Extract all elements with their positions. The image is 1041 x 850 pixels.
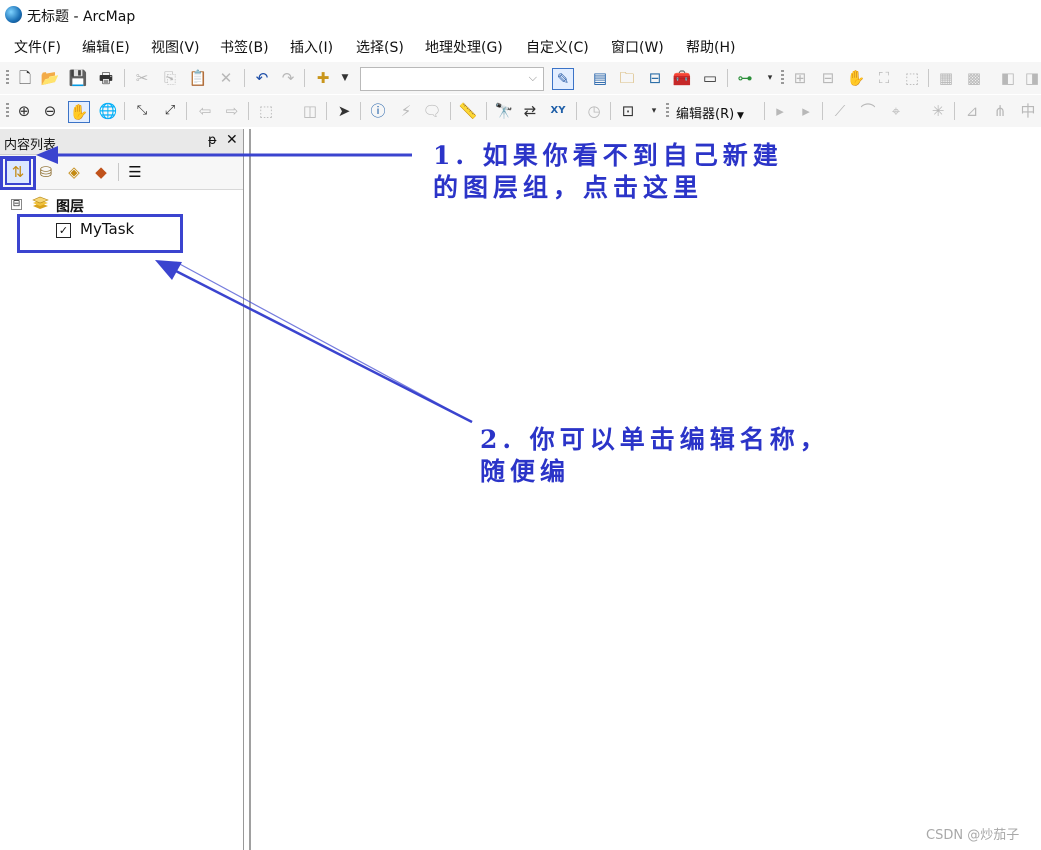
- arrowhead-to-layer-name: [155, 260, 182, 280]
- arrow-to-layer-name: [169, 266, 473, 424]
- annotation-note-1: 1. 如果你看不到自己新建 的图层组，点击这里: [433, 141, 783, 202]
- annotation-note-2: 2. 你可以单击编辑名称， 随便编: [480, 425, 830, 486]
- watermark: CSDN @炒茄子: [926, 828, 1020, 843]
- arrowhead-to-toc-tool: [36, 146, 58, 164]
